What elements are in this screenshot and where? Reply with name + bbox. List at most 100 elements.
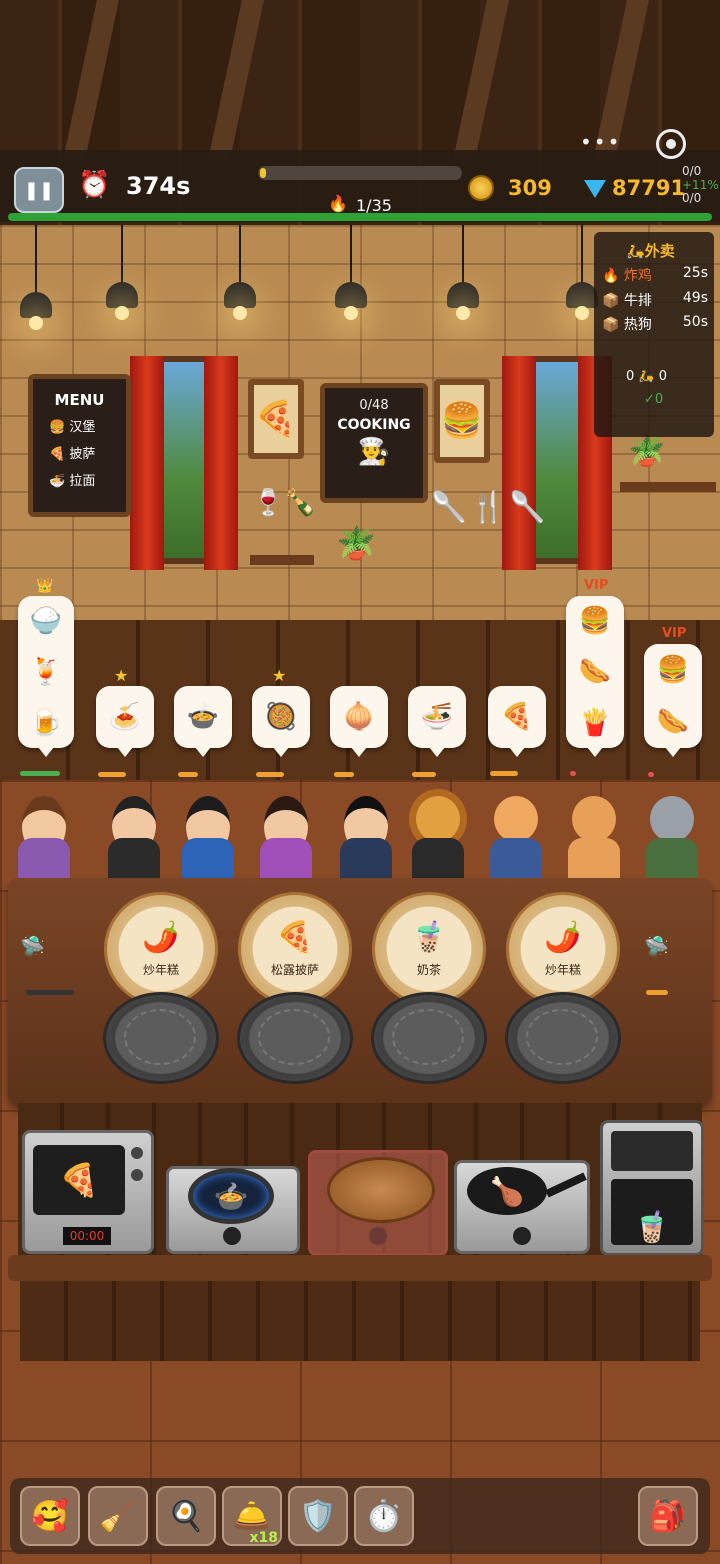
scooter-icon: 🛵 (626, 242, 645, 260)
oven-window: 🍕 (33, 1145, 125, 1215)
order-bubble[interactable]: 🧅 (330, 686, 388, 757)
order-bubble[interactable]: 🍚 🍹 🍺 (18, 596, 74, 757)
cooking-count: 0/48 (359, 398, 389, 413)
chef-hat-icon: 👨‍🍳 (357, 437, 391, 467)
shield-icon: 🛡️ (299, 1498, 337, 1534)
dish-label: 炒年糕 (142, 962, 179, 977)
ufo-icon: 🛸 (20, 934, 45, 958)
order-item: 🍹 (29, 656, 63, 687)
lamp (224, 282, 256, 320)
order-bubble[interactable]: 🍔 🌭 🍟 (566, 596, 624, 757)
tea-machine-station[interactable]: 🧋 (600, 1120, 704, 1256)
order-bubble[interactable]: 🍕 (488, 686, 546, 757)
patience-bar (648, 772, 654, 777)
shelf (250, 555, 314, 565)
timer-text: 374s (126, 172, 191, 200)
empty-plate[interactable] (237, 992, 353, 1084)
crown-icon: 👑 (36, 578, 54, 594)
oven-station[interactable]: 🍕 00:00 (22, 1130, 154, 1254)
order-bubble[interactable]: 🍲 (174, 686, 232, 757)
more-menu-button[interactable]: ••• (580, 130, 621, 154)
customer-boy[interactable] (176, 792, 240, 884)
dish-plate[interactable]: 🧋 奶茶 (372, 892, 486, 1006)
order-item: 🍝 (108, 702, 142, 732)
patience-bar (570, 771, 576, 776)
pan-icon: 🍳 (167, 1498, 205, 1534)
dish-plate[interactable]: 🌶️ 炒年糕 (506, 892, 620, 1006)
emoji-button[interactable]: 🥰 (20, 1486, 80, 1546)
pan-button[interactable]: 🍳 (156, 1486, 216, 1546)
patience-bar (20, 771, 60, 776)
frying-pan: 🍗 (467, 1167, 547, 1215)
utensils-rack: 🥄🍴🥄 (430, 490, 549, 525)
dish-plate[interactable]: 🌶️ 炒年糕 (104, 892, 218, 1006)
order-item: 🥘 (264, 702, 298, 732)
customer-mouse[interactable] (640, 792, 704, 884)
delivery-item: 🔥 炸鸡 25s (602, 265, 708, 284)
empty-plate[interactable] (371, 992, 487, 1084)
patience-bar (412, 772, 436, 777)
menu-title: MENU (54, 391, 105, 409)
delivery-item: 📦 热狗 50s (602, 314, 708, 333)
fire-icon: 🔥 (602, 268, 620, 284)
small-stat-bonus: +11% (682, 178, 719, 192)
alarm-clock-icon: ⏰ (78, 170, 111, 200)
kitchen-cabinet (20, 1281, 700, 1361)
order-bubble[interactable]: 🥘 (252, 686, 310, 757)
burger-picture: 🍔 (434, 379, 490, 463)
steamer-station[interactable] (308, 1150, 448, 1256)
pause-button[interactable]: ❚❚ (14, 167, 64, 213)
gem-count: 87791 (612, 176, 686, 200)
progress-track (258, 166, 462, 180)
empty-plate[interactable] (505, 992, 621, 1084)
customer-princess[interactable] (12, 792, 76, 884)
order-item: 🍔 (578, 606, 612, 637)
fryer-station[interactable]: 🍗 (454, 1160, 590, 1254)
target-icon[interactable] (656, 129, 686, 159)
timer-button[interactable]: ⏱️ (354, 1486, 414, 1546)
cup-area: 🧋 (611, 1179, 693, 1245)
small-stat: 0/0 (682, 164, 702, 178)
coin-count: 309 (508, 176, 552, 200)
menu-item: 🍜 拉面 (49, 474, 96, 489)
stopwatch-icon: ⏱️ (365, 1498, 403, 1534)
order-bubble[interactable]: 🍔 🌭 (644, 644, 702, 757)
delivery-item: 📦 牛排 49s (602, 290, 708, 309)
customer-businessman[interactable] (334, 792, 398, 884)
backpack-button[interactable]: 🎒 (638, 1486, 698, 1546)
empty-plate[interactable] (103, 992, 219, 1084)
broom-button[interactable]: 🧹 (88, 1486, 148, 1546)
order-bubble[interactable]: 🍜 (408, 686, 466, 757)
lamp (335, 282, 367, 320)
shield-button[interactable]: 🛡️ (288, 1486, 348, 1546)
dish-food: 🧋 (410, 919, 448, 955)
lamp (20, 292, 52, 330)
customer-lion[interactable] (406, 792, 470, 884)
box-icon: 📦 (602, 317, 620, 333)
customer-woman[interactable] (254, 792, 318, 884)
customer-cat[interactable] (484, 792, 548, 884)
order-item: 🍔 (656, 655, 690, 685)
progress-fill (260, 168, 266, 178)
coin-icon (468, 175, 494, 201)
delivery-title: 🛵外卖 (626, 242, 675, 260)
dish-plate[interactable]: 🍕 松露披萨 (238, 892, 352, 1006)
level-bar (8, 213, 712, 221)
customer-angry-cat[interactable] (562, 792, 626, 884)
gas-stove-station[interactable]: 🍲 (166, 1166, 300, 1254)
order-item: 🍜 (420, 702, 454, 732)
order-item: 🍺 (29, 707, 63, 738)
curtain (502, 356, 536, 570)
pan-handle (545, 1172, 587, 1198)
customer-gentleman[interactable] (102, 792, 166, 884)
delivery-panel[interactable]: 🛵外卖 🔥 炸鸡 25s 📦 牛排 49s 📦 热狗 50s 0 🛵 0 ✓0 (594, 232, 714, 437)
bell-button[interactable]: 🛎️ x18 (222, 1486, 282, 1546)
delivery-done: ✓0 (644, 392, 664, 407)
kitchen-shelf (8, 1255, 712, 1281)
menu-board: MENU 🍔 汉堡 🍕 披萨 🍜 拉面 (28, 374, 131, 517)
order-bubble[interactable]: 🍝 (96, 686, 154, 757)
plant-pot: 🪴 (336, 524, 376, 562)
smile-icon: 🥰 (31, 1498, 69, 1534)
curtain (130, 356, 164, 570)
order-item: 🧅 (342, 702, 376, 732)
